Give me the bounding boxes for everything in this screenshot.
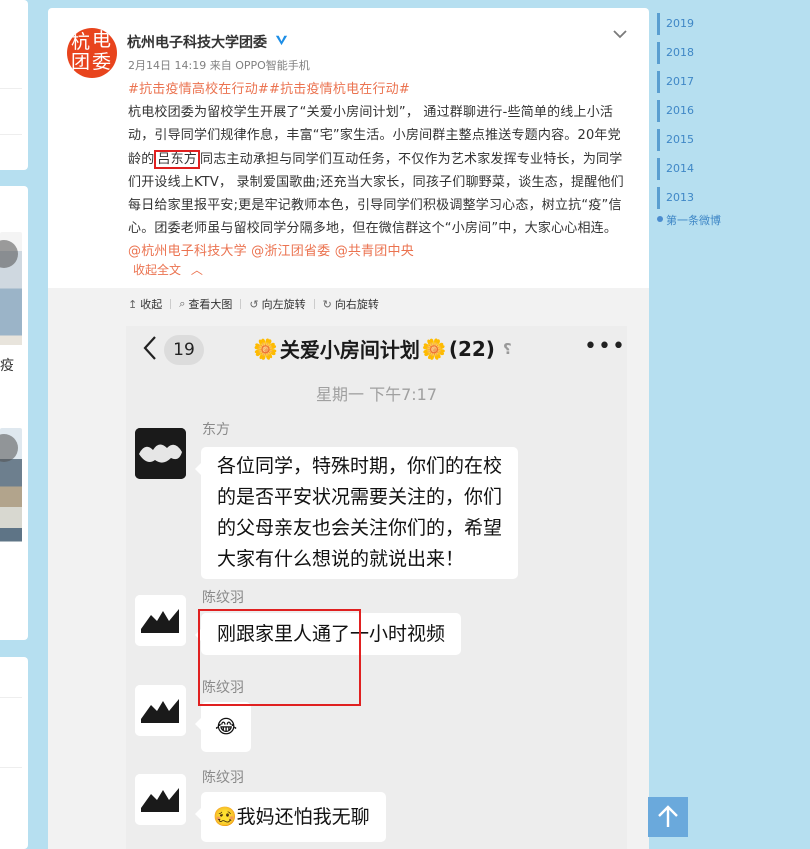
tool-label: 查看大图 [188,298,233,311]
timeline-marker [657,71,660,93]
collapse-icon: ↥ [128,297,138,311]
media-section: ↥ 收起 ⌕ 查看大图 ↺ 向左旋转 ↻ 向右旋转 19 🌼 关爱小房间计划 🌼… [48,288,649,849]
chat-bubble: 各位同学，特殊时期，你们的在校 的是否平安状况需要关注的，你们 的父母亲友也会关… [194,447,519,579]
timeline-year-2018[interactable]: 2018 [666,46,694,59]
bubble-line: 各位同学，特殊时期，你们的在校 [217,455,503,477]
timeline-marker [657,13,660,35]
post-body-part-2: 同志主动承担与同学们互动任务，不仅作为艺术家发挥专业特长，为同学们开设线上KTV… [128,151,624,237]
woozy-emoji-icon: 🥴 [213,806,237,828]
unread-badge: 19 [164,335,204,365]
post-meta: 2月14日 14:19 来自 OPPO智能手机 [128,57,310,73]
chevron-up-icon: ︿ [190,263,203,277]
timeline-marker [657,129,660,151]
sidebar-card-1 [0,0,28,170]
chat-avatar [135,595,186,646]
sender-name: 陈纹羽 [202,770,244,786]
timeline-year-2017[interactable]: 2017 [666,75,694,88]
divider [0,134,22,135]
chat-title-text: 关爱小房间计划 [279,338,420,362]
avatar-image-icon [135,428,186,479]
post-text: #抗击疫情高校在行动##抗击疫情杭电在行动# 杭电校团委为留校学生开展了“关爱小… [128,78,633,264]
tool-label: 向左旋转 [261,298,306,311]
chat-title: 🌼 关爱小房间计划 🌼 (22) ⸮ [253,334,512,363]
timeline-year-2015[interactable]: 2015 [666,133,694,146]
bubble-text: 我妈还怕我无聊 [236,806,370,828]
avatar-char: 委 [92,51,112,73]
view-large-button[interactable]: ⌕ 查看大图 [179,296,232,312]
magnifier-icon: ⌕ [179,297,186,310]
divider [313,299,315,309]
bubble-line: 大家有什么想说的就说出来！ [217,548,465,570]
mute-ear-icon: ⸮ [502,339,512,358]
rotate-left-icon: ↺ [249,297,259,311]
chat-avatar [135,685,186,736]
divider [240,299,242,309]
avatar-char: 团 [71,51,91,73]
post-time[interactable]: 2月14日 14:19 [128,59,206,72]
divider [0,767,22,768]
timeline-marker [657,100,660,122]
divider [170,299,172,309]
timeline-year-2013[interactable]: 2013 [666,191,694,204]
bubble-line: 的是否平安状况需要关注的，你们 [217,486,503,508]
avatar-image-icon [135,595,186,646]
timeline-year-2019[interactable]: 2019 [666,17,694,30]
divider [0,88,22,89]
chat-bubble: 🥴我妈还怕我无聊 [195,792,386,842]
media-toolbar: ↥ 收起 ⌕ 查看大图 ↺ 向左旋转 ↻ 向右旋转 [128,296,387,312]
rotate-left-button[interactable]: ↺ 向左旋转 [249,296,305,312]
collapse-label: 收起全文 [133,263,182,277]
timeline-first-post[interactable]: 第一条微博 [666,212,721,228]
sidebar-card-3 [0,657,28,849]
mention-link[interactable]: @共青团中央 [335,244,414,259]
collapse-media-button[interactable]: ↥ 收起 [128,296,162,312]
bubble-line: 的父母亲友也会关注你们的，希望 [217,517,503,539]
timeline-year-2014[interactable]: 2014 [666,162,694,175]
post-source: OPPO智能手机 [235,59,310,72]
tool-label: 收起 [140,298,163,311]
timeline-marker [657,42,660,64]
rotate-right-button[interactable]: ↻ 向右旋转 [323,296,379,312]
highlighted-name: 吕东方 [154,149,201,169]
back-arrow-icon [143,336,156,360]
chat-screenshot-image[interactable]: 19 🌼 关爱小房间计划 🌼 (22) ⸮ ••• 星期一 下午7:17 东方 … [126,326,627,849]
chevron-down-icon[interactable] [610,27,630,41]
timeline-dot-icon [657,216,663,222]
flower-icon: 🌼 [253,336,278,361]
sender-name: 东方 [202,422,230,438]
sender-name: 陈纹羽 [202,590,244,606]
source-prefix: 来自 [209,59,232,72]
more-dots-icon: ••• [584,334,626,359]
mention-link[interactable]: @杭州电子科技大学 [128,244,247,259]
avatar-image-icon [135,774,186,825]
arrow-up-icon [658,805,678,827]
year-timeline: 2019 2018 2017 2016 2015 2014 2013 第一条微博 [657,0,810,230]
member-count: (22) [448,336,495,361]
avatar[interactable]: 杭 电 团 委 [67,28,117,78]
tool-label: 向右旋转 [334,298,379,311]
timeline-marker [657,187,660,209]
chat-avatar [135,428,186,479]
post-hashtags[interactable]: #抗击疫情高校在行动##抗击疫情杭电在行动# [128,82,410,97]
avatar-char: 电 [92,29,112,51]
chat-avatar [135,774,186,825]
avatar-image-icon [135,685,186,736]
weibo-post-card: 杭 电 团 委 杭州电子科技大学团委 2月14日 14:19 来自 OPPO智能… [48,8,649,849]
sidebar-text-fragment: 疫 [0,358,14,374]
back-to-top-button[interactable] [648,797,688,837]
flower-icon: 🌼 [421,336,447,361]
post-author[interactable]: 杭州电子科技大学团委 [127,32,267,52]
avatar-char: 杭 [71,31,91,53]
timeline-marker [657,158,660,180]
collapse-text-button[interactable]: 收起全文 ︿ [133,261,203,278]
divider [0,697,22,698]
verified-icon [275,35,288,46]
highlight-annotation-box [198,609,361,706]
mention-link[interactable]: @浙江团省委 [251,244,330,259]
timeline-year-2016[interactable]: 2016 [666,104,694,117]
chat-timestamp: 星期一 下午7:17 [315,385,438,404]
chat-bubble: 😂 [194,702,252,752]
rotate-right-icon: ↻ [322,297,332,311]
